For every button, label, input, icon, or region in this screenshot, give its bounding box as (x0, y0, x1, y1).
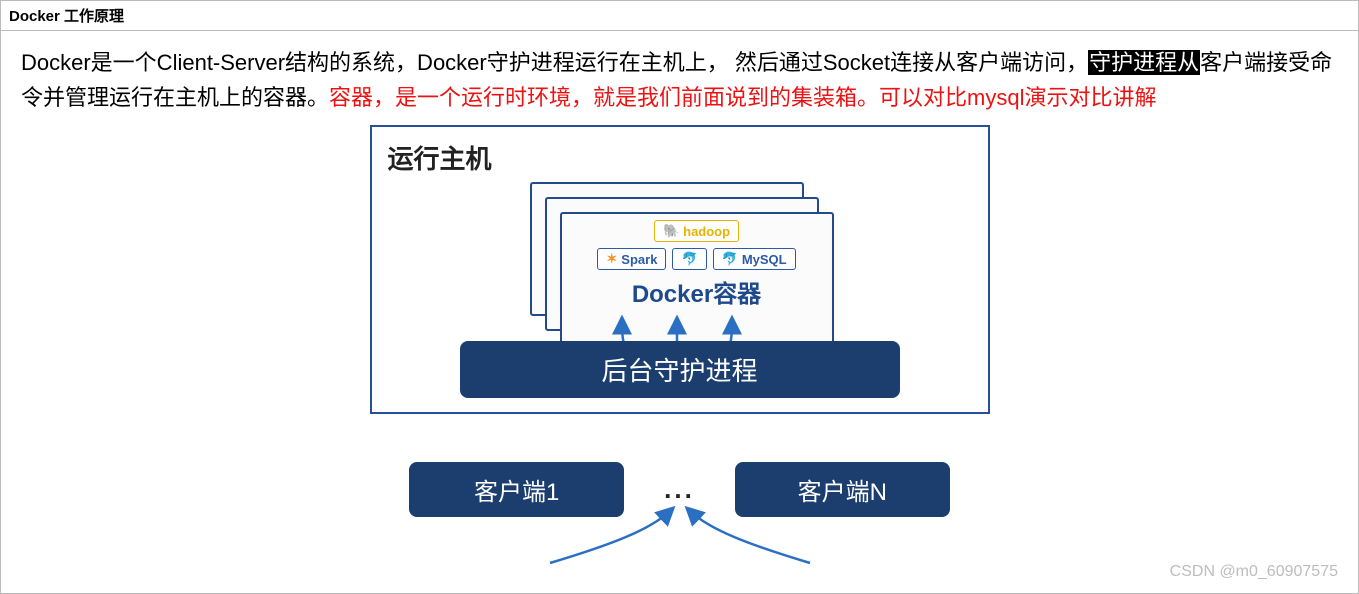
client-box: 客户端1 (409, 462, 624, 517)
ellipsis: ... (664, 474, 695, 505)
architecture-diagram: 运行主机 🐘hadoop ✶Spark 🐬 🐬MySQL Docke (370, 125, 990, 517)
star-icon: ✶ (606, 251, 617, 267)
hadoop-badge: 🐘hadoop (654, 220, 739, 242)
container-card-front: 🐘hadoop ✶ Spark 🐬 🐬MySQL Docker容器 (560, 212, 834, 346)
page-title: Docker 工作原理 (9, 8, 124, 25)
clients-row: 客户端1 ... 客户端N (370, 462, 990, 517)
badge-label: Spark (621, 252, 657, 267)
title-bar: Docker 工作原理 (1, 1, 1358, 31)
watermark: CSDN @m0_60907575 (1170, 563, 1338, 581)
document-body: Docker是一个Client-Server结构的系统，Docker守护进程运行… (1, 31, 1358, 517)
description-paragraph: Docker是一个Client-Server结构的系统，Docker守护进程运行… (21, 45, 1338, 115)
daemon-box: 后台守护进程 (460, 341, 900, 398)
document-page: Docker 工作原理 Docker是一个Client-Server结构的系统，… (0, 0, 1359, 594)
badge-row: 🐘hadoop (562, 220, 832, 242)
highlighted-text: 守护进程从 (1088, 50, 1200, 75)
host-box: 运行主机 🐘hadoop ✶Spark 🐬 🐬MySQL Docke (370, 125, 990, 414)
container-label: Docker容器 (562, 274, 832, 309)
host-label: 运行主机 (388, 139, 974, 176)
badge-row: ✶ Spark 🐬 🐬MySQL (562, 248, 832, 270)
mysql-badge: 🐬MySQL (713, 248, 796, 270)
spark-badge: ✶ Spark (597, 248, 666, 270)
container-stack: 🐘hadoop ✶ Spark 🐬 🐬MySQL Docker容器 (530, 182, 830, 342)
badge-label: MySQL (742, 252, 787, 267)
text-segment: Docker是一个Client-Server结构的系统，Docker守护进程运行… (21, 50, 1088, 75)
badge-label: hadoop (683, 224, 730, 239)
app-badge: 🐬 (672, 248, 706, 270)
red-text: 容器，是一个运行时环境，就是我们前面说到的集装箱。 (329, 85, 879, 110)
red-text: 可以对比mysql演示对比讲解 (879, 85, 1156, 110)
client-box: 客户端N (735, 462, 950, 517)
